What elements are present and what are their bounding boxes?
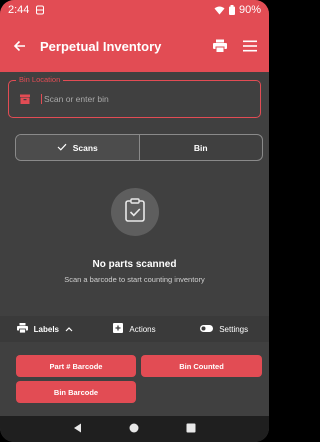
segment-bin-label: Bin	[193, 142, 208, 153]
toggle-icon	[200, 324, 214, 334]
home-circle-icon[interactable]	[129, 420, 139, 438]
page-title: Perpetual Inventory	[40, 38, 162, 54]
printer-icon[interactable]	[205, 20, 235, 72]
system-nav-bar	[0, 416, 269, 442]
chevron-up-icon	[65, 325, 73, 334]
labels-panel: Part # Barcode Bin Counted Bin Barcode	[0, 342, 269, 408]
back-arrow-icon[interactable]	[0, 20, 40, 72]
add-box-icon	[113, 323, 124, 335]
empty-state-subtitle: Scan a barcode to start counting invento…	[64, 275, 205, 284]
labels-tab[interactable]: Labels	[0, 323, 90, 335]
view-segments: Scans Bin	[15, 134, 263, 161]
bin-counted-button[interactable]: Bin Counted	[141, 355, 262, 377]
actions-tab[interactable]: Actions	[90, 323, 180, 335]
status-time: 2:44	[8, 4, 30, 16]
bin-icon	[19, 92, 33, 106]
back-triangle-icon[interactable]	[73, 420, 82, 438]
menu-icon[interactable]	[235, 20, 265, 72]
recents-square-icon[interactable]	[186, 420, 196, 438]
printer-icon	[16, 323, 28, 335]
bin-location-input[interactable]	[41, 94, 231, 104]
bin-barcode-button[interactable]: Bin Barcode	[16, 381, 136, 403]
phone-screen: 2:44 90% Perpetual Inventory Bin Locatio…	[0, 0, 269, 442]
empty-state: No parts scanned Scan a barcode to start…	[0, 188, 269, 284]
status-left: 2:44	[8, 4, 45, 16]
part-barcode-button[interactable]: Part # Barcode	[16, 355, 136, 377]
settings-tab[interactable]: Settings	[179, 324, 269, 334]
battery-icon	[228, 5, 235, 15]
clipboard-check-icon	[124, 197, 146, 227]
segment-scans[interactable]: Scans	[16, 135, 139, 160]
settings-tab-label: Settings	[219, 324, 249, 334]
actions-tab-label: Actions	[129, 324, 156, 334]
status-right: 90%	[214, 4, 261, 16]
labels-tab-label: Labels	[33, 324, 59, 334]
empty-state-circle	[110, 188, 159, 236]
wifi-icon	[214, 6, 225, 15]
check-icon	[57, 143, 67, 153]
bin-location-label: Bin Location	[16, 75, 64, 85]
data-saver-icon	[35, 5, 45, 15]
segment-scans-label: Scans	[72, 142, 98, 153]
bottom-toolbar: Labels Actions Settings	[0, 316, 269, 342]
segment-bin[interactable]: Bin	[138, 135, 263, 160]
empty-state-title: No parts scanned	[92, 259, 177, 270]
app-bar: Perpetual Inventory	[0, 20, 269, 72]
bin-location-field[interactable]: Bin Location	[8, 75, 261, 118]
status-bar: 2:44 90%	[0, 0, 269, 20]
battery-percent: 90%	[238, 4, 261, 16]
